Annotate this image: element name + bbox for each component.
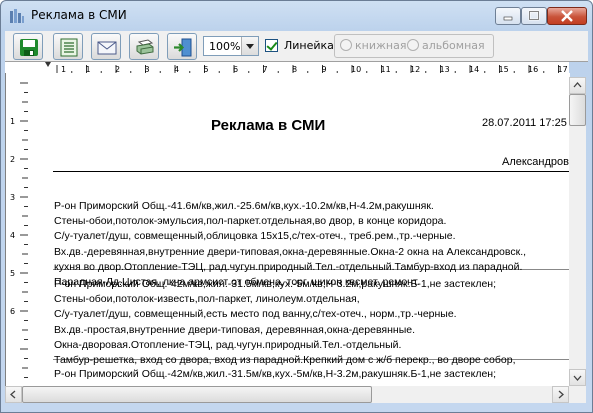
save-button[interactable] <box>13 33 43 60</box>
scroll-up-button[interactable] <box>569 77 586 94</box>
ruler-number: 6 <box>10 307 15 316</box>
record-line: Р-он Приморский Общ.-41.6м/кв,жил.-25.6м… <box>54 200 434 212</box>
minimize-icon <box>503 16 513 21</box>
document-date: 28.07.2011 17:25 <box>482 117 567 129</box>
ruler-number: 4 <box>10 231 15 240</box>
horizontal-scrollbar[interactable] <box>5 386 569 403</box>
vertical-scrollbar[interactable] <box>569 77 586 386</box>
record-line: Р-он Приморский Общ.-42м/кв,жил.-31.5м/к… <box>54 278 497 290</box>
record-line: Вх.дв.-деревянная,внутренние двери-типов… <box>54 245 527 258</box>
ruler-number: 5 <box>10 269 15 278</box>
zoom-select[interactable]: 100% <box>203 36 259 56</box>
scroll-left-button[interactable] <box>5 386 22 403</box>
resize-grip[interactable] <box>569 386 586 403</box>
horizontal-scroll-thumb[interactable] <box>22 386 372 403</box>
report-window: Реклама в СМИ 100% Линейка книжная альбо… <box>0 0 593 413</box>
record-line: Вх.дв.-простая,внутренние двери-типовая,… <box>54 323 415 336</box>
scroll-down-button[interactable] <box>569 369 586 386</box>
list-icon <box>60 38 78 57</box>
header-divider <box>53 171 570 172</box>
portrait-radio[interactable] <box>340 39 352 51</box>
maximize-button[interactable] <box>521 7 547 25</box>
record-line: Р-он Приморский Общ.-42м/кв,жил.-31.5м/к… <box>54 368 497 380</box>
chevron-right-icon <box>558 390 564 399</box>
minimize-button[interactable] <box>495 7 521 25</box>
ruler-number: 1 <box>10 117 15 126</box>
record-line: Стены-обои,потолок-известь,пол-паркет, л… <box>54 293 360 306</box>
document-title: Реклама в СМИ <box>211 117 326 134</box>
document-address: Александров <box>502 156 569 168</box>
close-button[interactable] <box>547 7 587 25</box>
exit-icon <box>174 38 192 57</box>
preview-area: 1 2 3 4 5 6 Реклама в СМИ 28.07.2011 17:25 Ал… <box>5 73 570 386</box>
record-line: Тамбур-решетка, вход со двора, вход из п… <box>54 354 516 366</box>
print-icon <box>136 39 154 55</box>
chevron-down-icon[interactable] <box>241 37 258 55</box>
mail-icon <box>97 41 117 55</box>
vertical-ruler: 1 2 3 4 5 6 <box>6 73 28 386</box>
record-line: кухня во двор.Отопление-ТЭЦ, рад.чугун.п… <box>54 260 523 273</box>
chevron-left-icon <box>10 390 16 399</box>
vruler-ticks: 1 2 3 4 5 6 <box>10 82 28 378</box>
document-page: Реклама в СМИ 28.07.2011 17:25 Александр… <box>28 73 570 386</box>
landscape-radio[interactable] <box>407 39 419 51</box>
orientation-group: книжная альбомная <box>334 34 494 58</box>
vertical-scroll-thumb[interactable] <box>569 94 586 126</box>
landscape-label: альбомная <box>422 39 485 52</box>
chevron-down-icon <box>573 375 582 381</box>
zoom-value: 100% <box>209 40 241 53</box>
app-icon <box>10 9 24 23</box>
record-line: Окна-дворовая.Отопление-ТЭЦ, рад.чугун.п… <box>54 338 402 351</box>
ruler-number: 3 <box>10 193 15 202</box>
scroll-right-button[interactable] <box>552 386 569 403</box>
email-button[interactable] <box>91 33 121 60</box>
chevron-up-icon <box>573 82 582 88</box>
record-line: Стены-обои,потолок-эмульсия,пол-паркет.о… <box>54 215 447 228</box>
toolbar: 100% Линейка книжная альбомная <box>5 31 588 62</box>
list-button[interactable] <box>53 33 83 60</box>
ruler-checkbox[interactable] <box>265 39 278 52</box>
ruler-label: Линейка <box>284 39 334 52</box>
portrait-label: книжная <box>355 39 407 52</box>
title-bar[interactable]: Реклама в СМИ <box>1 1 592 31</box>
record-line: С/у-туалет/душ, совмещенный,есть место п… <box>54 308 457 321</box>
window-title: Реклама в СМИ <box>31 8 127 22</box>
maximize-icon <box>528 10 540 21</box>
print-button[interactable] <box>129 33 159 60</box>
exit-button[interactable] <box>167 33 197 60</box>
close-icon <box>561 10 573 22</box>
record-line: С/у-туалет/душ, совмещенный,облицовка 15… <box>54 230 456 243</box>
ruler-number: 2 <box>10 155 15 164</box>
save-icon <box>20 39 38 56</box>
